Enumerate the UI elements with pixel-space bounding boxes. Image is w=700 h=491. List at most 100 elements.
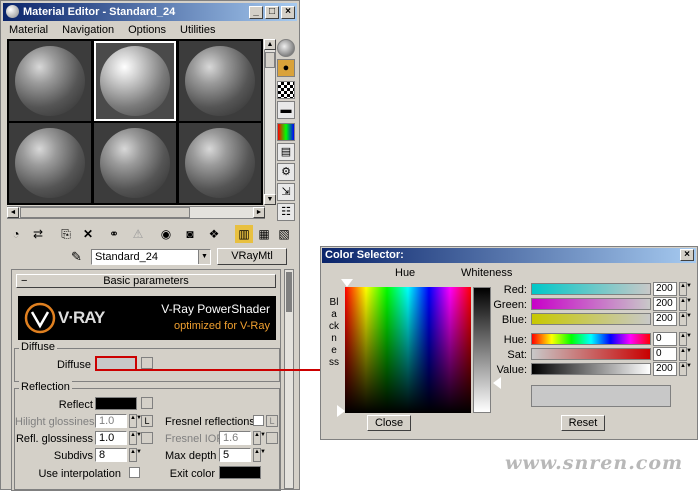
red-label: Red: (503, 284, 527, 296)
hue-value[interactable]: 0 (653, 332, 677, 346)
green-label: Green: (493, 299, 527, 311)
sat-spinner[interactable]: ▲▼ (679, 347, 692, 361)
whiteness-slider[interactable] (473, 287, 491, 413)
menu-bar: Material Navigation Options Utilities (3, 21, 297, 39)
go-to-parent-icon[interactable]: ▥ (235, 225, 253, 243)
blue-slider[interactable] (531, 313, 651, 325)
refl-glossiness-map-button[interactable] (141, 432, 153, 444)
green-value[interactable]: 200 (653, 297, 677, 311)
slots-horizontal-scrollbar[interactable]: ◄ ► (7, 206, 265, 219)
collapse-icon: − (21, 275, 28, 287)
blue-spinner[interactable]: ▲▼ (679, 312, 692, 326)
red-value[interactable]: 200 (653, 282, 677, 296)
sample-slot-5[interactable] (94, 123, 176, 203)
hue-spinner[interactable]: ▲▼ (679, 332, 692, 346)
get-material-icon[interactable]: ◔ (7, 225, 25, 243)
sample-type-icon[interactable] (277, 39, 295, 57)
value-value[interactable]: 200 (653, 362, 677, 376)
blue-value[interactable]: 200 (653, 312, 677, 326)
sample-slot-6[interactable] (179, 123, 261, 203)
sample-slot-4[interactable] (9, 123, 91, 203)
subdivs-field[interactable]: 8 (95, 448, 127, 462)
material-name-field[interactable]: Standard_24 ▼ (91, 249, 211, 265)
menu-options[interactable]: Options (128, 24, 166, 36)
banner-title: V-Ray PowerShader (161, 302, 270, 316)
sample-slot-1[interactable] (9, 41, 91, 121)
go-forward-sibling-icon[interactable]: ▦ (255, 225, 273, 243)
close-window-button[interactable]: × (680, 249, 694, 261)
sat-slider[interactable] (531, 348, 651, 360)
red-spinner[interactable]: ▲▼ (679, 282, 692, 296)
refl-glossiness-spinner[interactable]: ▲▼ (129, 431, 142, 445)
sample-slot-3[interactable] (179, 41, 261, 121)
blackness-pointer-icon[interactable] (337, 405, 345, 417)
scroll-thumb[interactable] (286, 272, 292, 312)
fresnel-ior-spinner[interactable]: ▲▼ (253, 431, 266, 445)
put-to-library-icon[interactable]: ⚠ (129, 225, 147, 243)
value-spinner[interactable]: ▲▼ (679, 362, 692, 376)
hue-slider[interactable] (531, 333, 651, 345)
fresnel-lock-button[interactable]: L (266, 415, 278, 427)
reflect-map-button[interactable] (141, 397, 153, 409)
show-map-icon[interactable]: ◙ (181, 225, 199, 243)
show-end-result-icon[interactable]: ❖ (205, 225, 223, 243)
scroll-thumb[interactable] (20, 207, 190, 218)
subdivs-spinner[interactable]: ▲▼ (129, 448, 142, 462)
max-depth-spinner[interactable]: ▲▼ (253, 448, 266, 462)
select-by-material-icon[interactable]: ⇲ (277, 183, 295, 201)
material-type-button[interactable]: VRayMtl (217, 248, 287, 265)
max-depth-field[interactable]: 5 (219, 448, 251, 462)
scroll-down-button[interactable]: ▼ (264, 194, 276, 205)
hilight-glossiness-field[interactable]: 1.0 (95, 414, 127, 428)
refl-glossiness-field[interactable]: 1.0 (95, 431, 127, 445)
whiteness-pointer-icon[interactable] (493, 377, 501, 389)
scroll-thumb[interactable] (265, 52, 275, 68)
make-unique-icon[interactable]: ⚭ (105, 225, 123, 243)
pick-material-icon[interactable]: ▧ (275, 225, 293, 243)
green-spinner[interactable]: ▲▼ (679, 297, 692, 311)
fresnel-reflections-checkbox[interactable] (253, 415, 264, 426)
close-button[interactable]: Close (367, 415, 411, 431)
eyedropper-icon[interactable]: ✎ (71, 249, 87, 265)
hilight-glossiness-spinner[interactable]: ▲▼ (129, 414, 142, 428)
hilight-lock-button[interactable]: L (141, 415, 153, 427)
value-slider[interactable] (531, 363, 651, 375)
reflect-color-swatch[interactable] (95, 397, 137, 410)
fresnel-ior-field[interactable]: 1.6 (219, 431, 251, 445)
material-effects-channel-icon[interactable]: ◉ (157, 225, 175, 243)
hue-pointer-icon[interactable] (341, 279, 353, 287)
minimize-button[interactable]: _ (249, 6, 263, 19)
use-interpolation-checkbox[interactable] (129, 467, 140, 478)
close-window-button[interactable]: × (281, 6, 295, 19)
video-color-check-icon[interactable] (277, 123, 295, 141)
rollout-header[interactable]: − Basic parameters (16, 274, 276, 288)
fresnel-ior-map-button[interactable] (266, 432, 278, 444)
sample-uv-tiling-icon[interactable]: ▬ (277, 101, 295, 119)
scroll-right-button[interactable]: ► (253, 207, 265, 218)
maximize-button[interactable]: □ (265, 6, 279, 19)
sample-slot-2-active[interactable] (94, 41, 176, 121)
fresnel-ior-label: Fresnel IOR (165, 433, 225, 445)
slots-vertical-scrollbar[interactable]: ▲ ▼ (264, 39, 276, 205)
assign-to-selection-icon[interactable]: ⎘ (57, 225, 75, 243)
background-checker-icon[interactable] (277, 81, 295, 99)
green-slider[interactable] (531, 298, 651, 310)
material-navigator-icon[interactable]: ☷ (277, 203, 295, 221)
make-preview-icon[interactable]: ▤ (277, 143, 295, 161)
scroll-left-button[interactable]: ◄ (7, 207, 19, 218)
menu-navigation[interactable]: Navigation (62, 24, 114, 36)
options-icon[interactable]: ⚙ (277, 163, 295, 181)
hue-blackness-picker[interactable] (345, 287, 471, 413)
backlight-icon[interactable]: ● (277, 59, 295, 77)
menu-material[interactable]: Material (9, 24, 48, 36)
scroll-up-button[interactable]: ▲ (264, 39, 276, 50)
chevron-down-icon[interactable]: ▼ (198, 250, 210, 264)
red-slider[interactable] (531, 283, 651, 295)
color-preview-swatch (531, 385, 671, 407)
exit-color-swatch[interactable] (219, 466, 261, 479)
reset-map-icon[interactable]: ✕ (79, 225, 97, 243)
reset-button[interactable]: Reset (561, 415, 605, 431)
put-to-scene-icon[interactable]: ⇄ (29, 225, 47, 243)
menu-utilities[interactable]: Utilities (180, 24, 215, 36)
sat-value[interactable]: 0 (653, 347, 677, 361)
